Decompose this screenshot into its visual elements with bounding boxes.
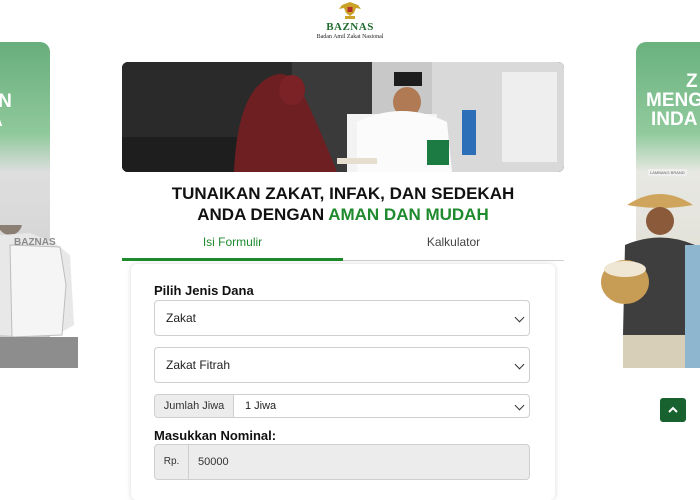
scroll-to-top-button[interactable] [660, 398, 686, 422]
chevron-down-icon [514, 359, 525, 370]
nominal-input[interactable]: 50000 [188, 444, 530, 480]
jiwa-count-value: 1 Jiwa [245, 400, 277, 412]
zakat-type-select[interactable]: Zakat Fitrah [154, 347, 530, 383]
hero-photo [122, 62, 564, 172]
farmer-image [601, 194, 700, 368]
headline-accent: AMAN DAN MUDAH [328, 205, 489, 224]
brand-subtitle: Badan Amil Zakat Nasional [316, 34, 384, 40]
headline-line-1: TUNAIKAN ZAKAT, INFAK, DAN SEDEKAH [171, 184, 515, 203]
right-banner-text: Z MENG INDA [646, 71, 700, 130]
chevron-up-icon [668, 406, 678, 413]
right-banner-sign: LAMBANG BRAND [648, 169, 687, 176]
jiwa-count-select[interactable]: 1 Jiwa [233, 394, 530, 418]
hero-photo-scene [122, 62, 564, 172]
fund-type-label: Pilih Jenis Dana [154, 283, 254, 298]
currency-addon: Rp. [154, 444, 189, 480]
tab-kalkulator[interactable]: Kalkulator [343, 230, 564, 261]
chevron-down-icon [514, 312, 525, 323]
page-headline: TUNAIKAN ZAKAT, INFAK, DAN SEDEKAH ANDA … [122, 183, 564, 225]
fund-type-select[interactable]: Zakat [154, 300, 530, 336]
tab-isi-formulir[interactable]: Isi Formulir [122, 230, 343, 261]
svg-text:BAZNAS: BAZNAS [14, 237, 56, 248]
left-banner-text: EKAN DIA [0, 91, 12, 130]
volunteer-image: BAZNAS [0, 225, 78, 368]
garuda-emblem-icon [339, 2, 361, 19]
chevron-down-icon [514, 400, 525, 411]
headline-line-2: ANDA DENGAN AMAN DAN MUDAH [197, 205, 489, 224]
zakat-type-value: Zakat Fitrah [166, 358, 231, 372]
baznas-logo[interactable]: BAZNAS Badan Amil Zakat Nasional [300, 0, 400, 44]
fund-type-value: Zakat [166, 311, 197, 325]
brand-name: BAZNAS [326, 21, 374, 33]
jiwa-addon-label: Jumlah Jiwa [154, 394, 234, 418]
nominal-label: Masukkan Nominal: [154, 428, 277, 443]
